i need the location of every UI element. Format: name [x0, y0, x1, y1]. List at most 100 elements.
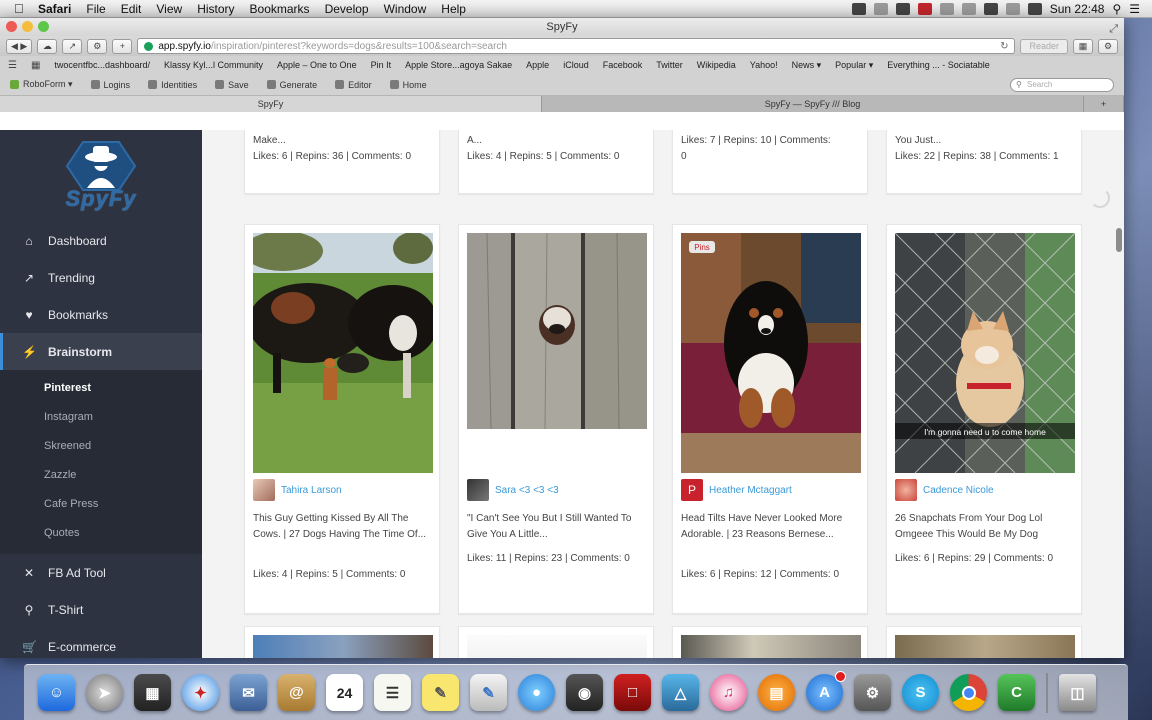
pin-image-shiba[interactable]: I'm gonna need u to come home	[895, 233, 1075, 473]
textedit-icon[interactable]: ✎	[470, 674, 507, 711]
pin-card[interactable]	[672, 626, 868, 658]
address-bar[interactable]: app.spyfy.io /inspiration/pinterest?keyw…	[137, 38, 1016, 54]
menu-view[interactable]: View	[156, 2, 182, 16]
subnav-quotes[interactable]: Quotes	[0, 519, 202, 548]
pin-card[interactable]: You Just... Likes: 22 | Repins: 38 | Com…	[886, 130, 1082, 194]
user-name-link[interactable]: Sara <3 <3 <3	[495, 485, 559, 496]
bookmark-item[interactable]: Wikipedia	[697, 60, 736, 70]
pin-card[interactable]: Likes: 7 | Repins: 10 | Comments: 0	[672, 130, 868, 194]
pin-image-fence[interactable]	[467, 233, 647, 429]
spotlight-icon[interactable]: ⚲	[1112, 2, 1121, 16]
subnav-cafe-press[interactable]: Cafe Press	[0, 490, 202, 519]
pin-card[interactable]	[244, 626, 440, 658]
reading-list-icon[interactable]: ☰	[8, 60, 17, 71]
minimize-window-button[interactable]	[22, 21, 33, 32]
roboform-search-input[interactable]: ⚲ Search	[1010, 77, 1114, 92]
battery-icon[interactable]	[1027, 2, 1042, 15]
sidebar-item-e-commerce[interactable]: 🛒 E-commerce	[0, 628, 202, 658]
pin-user[interactable]: P Heather Mctaggart	[681, 479, 792, 501]
pin-image-puppy[interactable]: Pins	[681, 233, 861, 473]
clock[interactable]: Sun 22:48	[1050, 2, 1105, 16]
sidebar-item-fb-ad-tool[interactable]: ✕ FB Ad Tool	[0, 554, 202, 591]
pin-image[interactable]	[681, 635, 861, 658]
bookmark-item[interactable]: iCloud	[563, 60, 589, 70]
sidebar-item-trending[interactable]: ↗ Trending	[0, 259, 202, 296]
subnav-zazzle[interactable]: Zazzle	[0, 461, 202, 490]
bookmark-item[interactable]: News ▾	[792, 60, 822, 71]
system-preferences-icon[interactable]: ⚙	[854, 674, 891, 711]
downloads-icon[interactable]: ⚙	[1098, 38, 1118, 54]
subnav-instagram[interactable]: Instagram	[0, 403, 202, 432]
messages-icon[interactable]: ●	[518, 674, 555, 711]
iphoto-icon[interactable]: △	[662, 674, 699, 711]
bookmark-item[interactable]: twocentfbc...dashboard/	[54, 60, 150, 70]
sidebar-item-t-shirt[interactable]: ⚲ T-Shirt	[0, 591, 202, 628]
reload-icon[interactable]: ↻	[1000, 41, 1008, 52]
pin-image[interactable]	[895, 635, 1075, 658]
user-name-link[interactable]: Heather Mctaggart	[709, 485, 792, 496]
user-name-link[interactable]: Cadence Nicole	[923, 485, 994, 496]
record-tray-icon[interactable]	[917, 2, 932, 15]
bookmark-item[interactable]: Everything ... - Sociatable	[887, 60, 990, 70]
facetime-icon[interactable]: ◉	[566, 674, 603, 711]
bookmark-item[interactable]: Apple	[526, 60, 549, 70]
pin-image[interactable]	[253, 635, 433, 658]
sidebar-item-dashboard[interactable]: ⌂ Dashboard	[0, 222, 202, 259]
reminders-icon[interactable]: ☰	[374, 674, 411, 711]
notification-icon[interactable]: ☰	[1129, 2, 1140, 16]
icloud-tabs-icon[interactable]: ☁	[37, 38, 58, 54]
settings-icon[interactable]: ⚙	[87, 38, 108, 54]
pin-card[interactable]	[886, 626, 1082, 658]
menu-edit[interactable]: Edit	[121, 2, 142, 16]
share-icon[interactable]: ↗	[62, 38, 83, 54]
launchpad-icon[interactable]: ➤	[86, 674, 123, 711]
photo-booth-icon[interactable]: □	[614, 674, 651, 711]
clock-tray-icon[interactable]	[939, 2, 954, 15]
menu-bookmarks[interactable]: Bookmarks	[250, 2, 310, 16]
volume-icon[interactable]	[1005, 2, 1020, 15]
pin-user[interactable]: Cadence Nicole	[895, 479, 994, 501]
top-sites-icon[interactable]: ▦	[31, 60, 40, 71]
mission-control-icon[interactable]: ▦	[134, 674, 171, 711]
bookmark-item[interactable]: Apple – One to One	[277, 60, 357, 70]
pin-card[interactable]: Pins P Heather Mctaggart Head Tilts Have…	[672, 224, 868, 614]
home-button[interactable]: Home	[389, 80, 427, 90]
sidebar-item-bookmarks[interactable]: ♥ Bookmarks	[0, 296, 202, 333]
safari-icon[interactable]: ✦	[182, 674, 219, 711]
scrollbar[interactable]	[1116, 228, 1122, 252]
user-name-link[interactable]: Tahira Larson	[281, 485, 342, 496]
sidebar-item-brainstorm[interactable]: ⚡ Brainstorm	[0, 333, 202, 370]
app-store-icon[interactable]: A	[806, 671, 846, 711]
bluetooth-icon[interactable]	[961, 2, 976, 15]
logins-button[interactable]: Logins	[90, 80, 130, 90]
bookmark-item[interactable]: Facebook	[603, 60, 643, 70]
pin-user[interactable]: Tahira Larson	[253, 479, 342, 501]
camtasia-icon[interactable]: C	[998, 674, 1035, 711]
add-bookmark-icon[interactable]: +	[112, 38, 133, 54]
tab-spyfy[interactable]: SpyFy	[0, 96, 542, 112]
roboform-button[interactable]: RoboForm ▾	[10, 79, 73, 90]
editor-button[interactable]: Editor	[335, 80, 372, 90]
subnav-skreened[interactable]: Skreened	[0, 432, 202, 461]
spyfy-logo[interactable]: SpyFy	[0, 130, 202, 222]
notes-icon[interactable]: ✎	[422, 674, 459, 711]
contacts-icon[interactable]: @	[278, 674, 315, 711]
bookmark-item[interactable]: Klassy Kyl...l Community	[164, 60, 263, 70]
bookmark-item[interactable]: Apple Store...agoya Sakae	[405, 60, 512, 70]
finder-icon[interactable]: ☺	[38, 674, 75, 711]
save-button[interactable]: Save	[215, 80, 249, 90]
identities-button[interactable]: Identities	[148, 80, 197, 90]
menu-file[interactable]: File	[86, 2, 105, 16]
bookmark-item[interactable]: Yahoo!	[750, 60, 778, 70]
wifi-icon[interactable]	[983, 2, 998, 15]
pin-image-cows[interactable]	[253, 233, 433, 473]
bookmark-item[interactable]: Pin It	[371, 60, 392, 70]
bookmark-item[interactable]: Popular ▾	[835, 60, 873, 71]
pin-card[interactable]: Tahira Larson This Guy Getting Kissed By…	[244, 224, 440, 614]
subnav-pinterest[interactable]: Pinterest	[0, 374, 202, 403]
fullscreen-icon[interactable]: ⤢	[1109, 20, 1118, 38]
menu-history[interactable]: History	[197, 2, 234, 16]
menu-help[interactable]: Help	[441, 2, 466, 16]
ibooks-icon[interactable]: ▤	[758, 674, 795, 711]
pin-card[interactable]: Sara <3 <3 <3 "I Can't See You But I Sti…	[458, 224, 654, 614]
